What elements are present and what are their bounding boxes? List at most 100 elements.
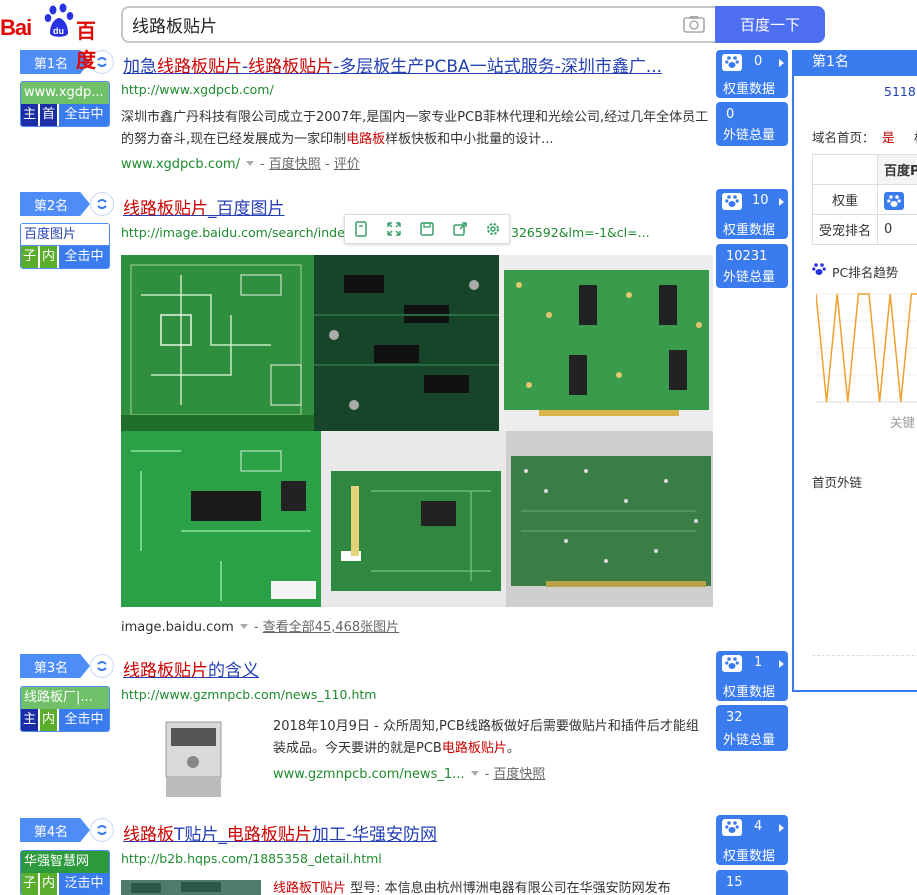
links-title: 首页外链 bbox=[812, 475, 863, 490]
copy-icon[interactable] bbox=[352, 220, 370, 238]
result-url-3[interactable]: http://www.gzmnpcb.com/news_110.htm bbox=[121, 687, 376, 702]
result-meta-3: www.gzmnpcb.com/news_1... - 百度快照 bbox=[273, 767, 546, 782]
links-button-1[interactable]: 0 外链总量 bbox=[716, 102, 788, 146]
domain-value: 是 bbox=[882, 130, 895, 145]
share-icon[interactable] bbox=[451, 220, 469, 238]
arrow-icon bbox=[779, 59, 784, 67]
row-weight-label: 权重 bbox=[811, 184, 879, 215]
links-button-4[interactable]: 15 bbox=[716, 870, 788, 895]
links-label: 外链总量 bbox=[723, 270, 776, 285]
result-url-1[interactable]: http://www.xgdpcb.com/ bbox=[121, 82, 274, 97]
search-input[interactable] bbox=[123, 8, 663, 41]
result-title-4[interactable]: 线路板T贴片_电路板贴片加工-华强安防网 bbox=[123, 820, 437, 845]
flag-hit: 全击中 bbox=[59, 709, 109, 731]
paw-trend-icon bbox=[812, 261, 826, 275]
domain-label: 域名首页： bbox=[812, 130, 875, 145]
snapshot-link[interactable]: 百度快照 bbox=[493, 767, 545, 782]
trend-axis-label: 关键 bbox=[890, 415, 916, 430]
result-desc-4: 线路板T贴片 型号: 本信息由杭州博洲电器有限公司在华强安防网发布 bbox=[273, 878, 713, 895]
result-url-2-tail[interactable]: 326592&lm=-1&cl=... bbox=[511, 225, 650, 240]
snapshot-link[interactable]: 百度快照 bbox=[269, 157, 321, 172]
rank-badge-4: 第4名 bbox=[20, 817, 114, 843]
paw-icon bbox=[722, 655, 742, 672]
links-button-3[interactable]: 32 外链总量 bbox=[716, 705, 788, 751]
title-highlight: 线路板贴片 bbox=[157, 57, 242, 77]
weight-value: 4 bbox=[754, 819, 763, 834]
weight-button-3[interactable]: 1 权重数据 bbox=[716, 651, 788, 701]
dropdown-icon[interactable] bbox=[245, 161, 254, 166]
table-header: 百度PC bbox=[877, 154, 917, 185]
pcb-image-5[interactable] bbox=[321, 431, 506, 607]
result-url-2[interactable]: http://image.baidu.com/search/inde bbox=[121, 225, 345, 240]
meta-url[interactable]: www.gzmnpcb.com/news_1... bbox=[273, 767, 465, 782]
weight-value: 0 bbox=[754, 54, 763, 69]
result-meta-1: www.xgdpcb.com/- 百度快照 - 评价 bbox=[121, 157, 360, 172]
save-icon[interactable] bbox=[418, 220, 436, 238]
flag-hit: 全击中 bbox=[59, 246, 109, 268]
arrow-icon bbox=[779, 660, 784, 668]
gear-icon[interactable] bbox=[484, 220, 502, 238]
weight-button-1[interactable]: 0 权重数据 bbox=[716, 50, 788, 98]
baidu-logo[interactable]: Bai du 百度 bbox=[0, 3, 112, 72]
pcb-image-6[interactable] bbox=[506, 431, 713, 607]
paw-icon bbox=[722, 819, 742, 836]
pcb-image-1[interactable] bbox=[121, 255, 314, 431]
meta-url[interactable]: www.xgdpcb.com/ bbox=[121, 157, 240, 172]
divider bbox=[812, 655, 917, 656]
panel-number[interactable]: 5118 bbox=[884, 84, 916, 99]
dropdown-icon[interactable] bbox=[239, 624, 248, 629]
title-highlight: 线路板 bbox=[123, 825, 174, 845]
result-title-3[interactable]: 线路板贴片的含义 bbox=[123, 656, 259, 681]
site-name[interactable]: www.xgdp... bbox=[21, 82, 109, 104]
weight-button-2[interactable]: 10 权重数据 bbox=[716, 189, 788, 239]
site-name[interactable]: 华强智慧网 bbox=[21, 851, 109, 873]
search-box bbox=[121, 6, 715, 43]
result-desc-3: 2018年10月9日 - 众所周知,PCB线路板做好后需要做贴片和插件后才能组装… bbox=[273, 716, 711, 760]
title-part: -多层板生产PCBA一站式服务-深圳市鑫广... bbox=[333, 57, 663, 77]
weight-label: 权重数据 bbox=[723, 849, 776, 864]
pcb-image-3[interactable] bbox=[499, 255, 713, 431]
result-title-1[interactable]: 加急线路板贴片-线路板贴片-多层板生产PCBA一站式服务-深圳市鑫广... bbox=[123, 52, 662, 77]
desc-text: 型号: 本信息由杭州博洲电器有限公司在华强安防网发布 bbox=[345, 881, 671, 895]
result-meta-2: image.baidu.com - 查看全部45,468张图片 bbox=[121, 620, 400, 635]
flag-hit: 泛击中 bbox=[59, 873, 109, 895]
review-link[interactable]: 评价 bbox=[334, 157, 360, 172]
desc-text: 样板快板和中小批量的设计... bbox=[385, 132, 554, 147]
site-info-1: www.xgdp... 主 首 全击中 bbox=[20, 81, 110, 127]
links-value: 15 bbox=[726, 875, 743, 890]
result-thumbnail-4[interactable] bbox=[121, 880, 261, 895]
header: Bai du 百度 百度一下 bbox=[0, 0, 917, 72]
result-url-4[interactable]: http://b2b.hqps.com/1885358_detail.html bbox=[121, 851, 382, 866]
expand-icon[interactable] bbox=[385, 220, 403, 238]
seo-icon[interactable] bbox=[90, 818, 114, 842]
links-value: 32 bbox=[726, 710, 743, 725]
dropdown-icon[interactable] bbox=[470, 771, 479, 776]
search-button[interactable]: 百度一下 bbox=[715, 6, 825, 43]
links-value: 10231 bbox=[726, 249, 768, 264]
flag-inner: 内 bbox=[40, 873, 57, 895]
pcb-image-2[interactable] bbox=[314, 255, 499, 431]
links-button-2[interactable]: 10231 外链总量 bbox=[716, 244, 788, 288]
site-name[interactable]: 百度图片 bbox=[21, 224, 109, 246]
meta-url[interactable]: image.baidu.com bbox=[121, 620, 234, 635]
view-all-images-link[interactable]: 查看全部45,468张图片 bbox=[263, 620, 400, 635]
flag-home: 首 bbox=[40, 104, 57, 126]
weight-value: 10 bbox=[752, 193, 769, 208]
pcb-image-4[interactable] bbox=[121, 431, 321, 607]
weight-button-4[interactable]: 4 权重数据 bbox=[716, 815, 788, 865]
title-part: 加工-华强安防网 bbox=[311, 825, 438, 845]
seo-icon[interactable] bbox=[90, 654, 114, 678]
trend-chart bbox=[816, 293, 917, 403]
result-title-2[interactable]: 线路板贴片_百度图片 bbox=[123, 194, 285, 219]
seo-icon[interactable] bbox=[90, 192, 114, 216]
title-part: _ bbox=[218, 825, 227, 845]
site-name[interactable]: 线路板厂|... bbox=[21, 687, 109, 709]
rank-label: 第1名 bbox=[33, 56, 69, 72]
links-value: 0 bbox=[726, 107, 735, 122]
camera-icon[interactable] bbox=[683, 15, 705, 33]
row-rank-value: 0 bbox=[877, 214, 917, 245]
result-thumbnail-3[interactable] bbox=[121, 714, 261, 800]
desc-text: 。 bbox=[506, 741, 520, 756]
flag-main: 主 bbox=[21, 709, 38, 731]
weight-value: 1 bbox=[754, 655, 763, 670]
